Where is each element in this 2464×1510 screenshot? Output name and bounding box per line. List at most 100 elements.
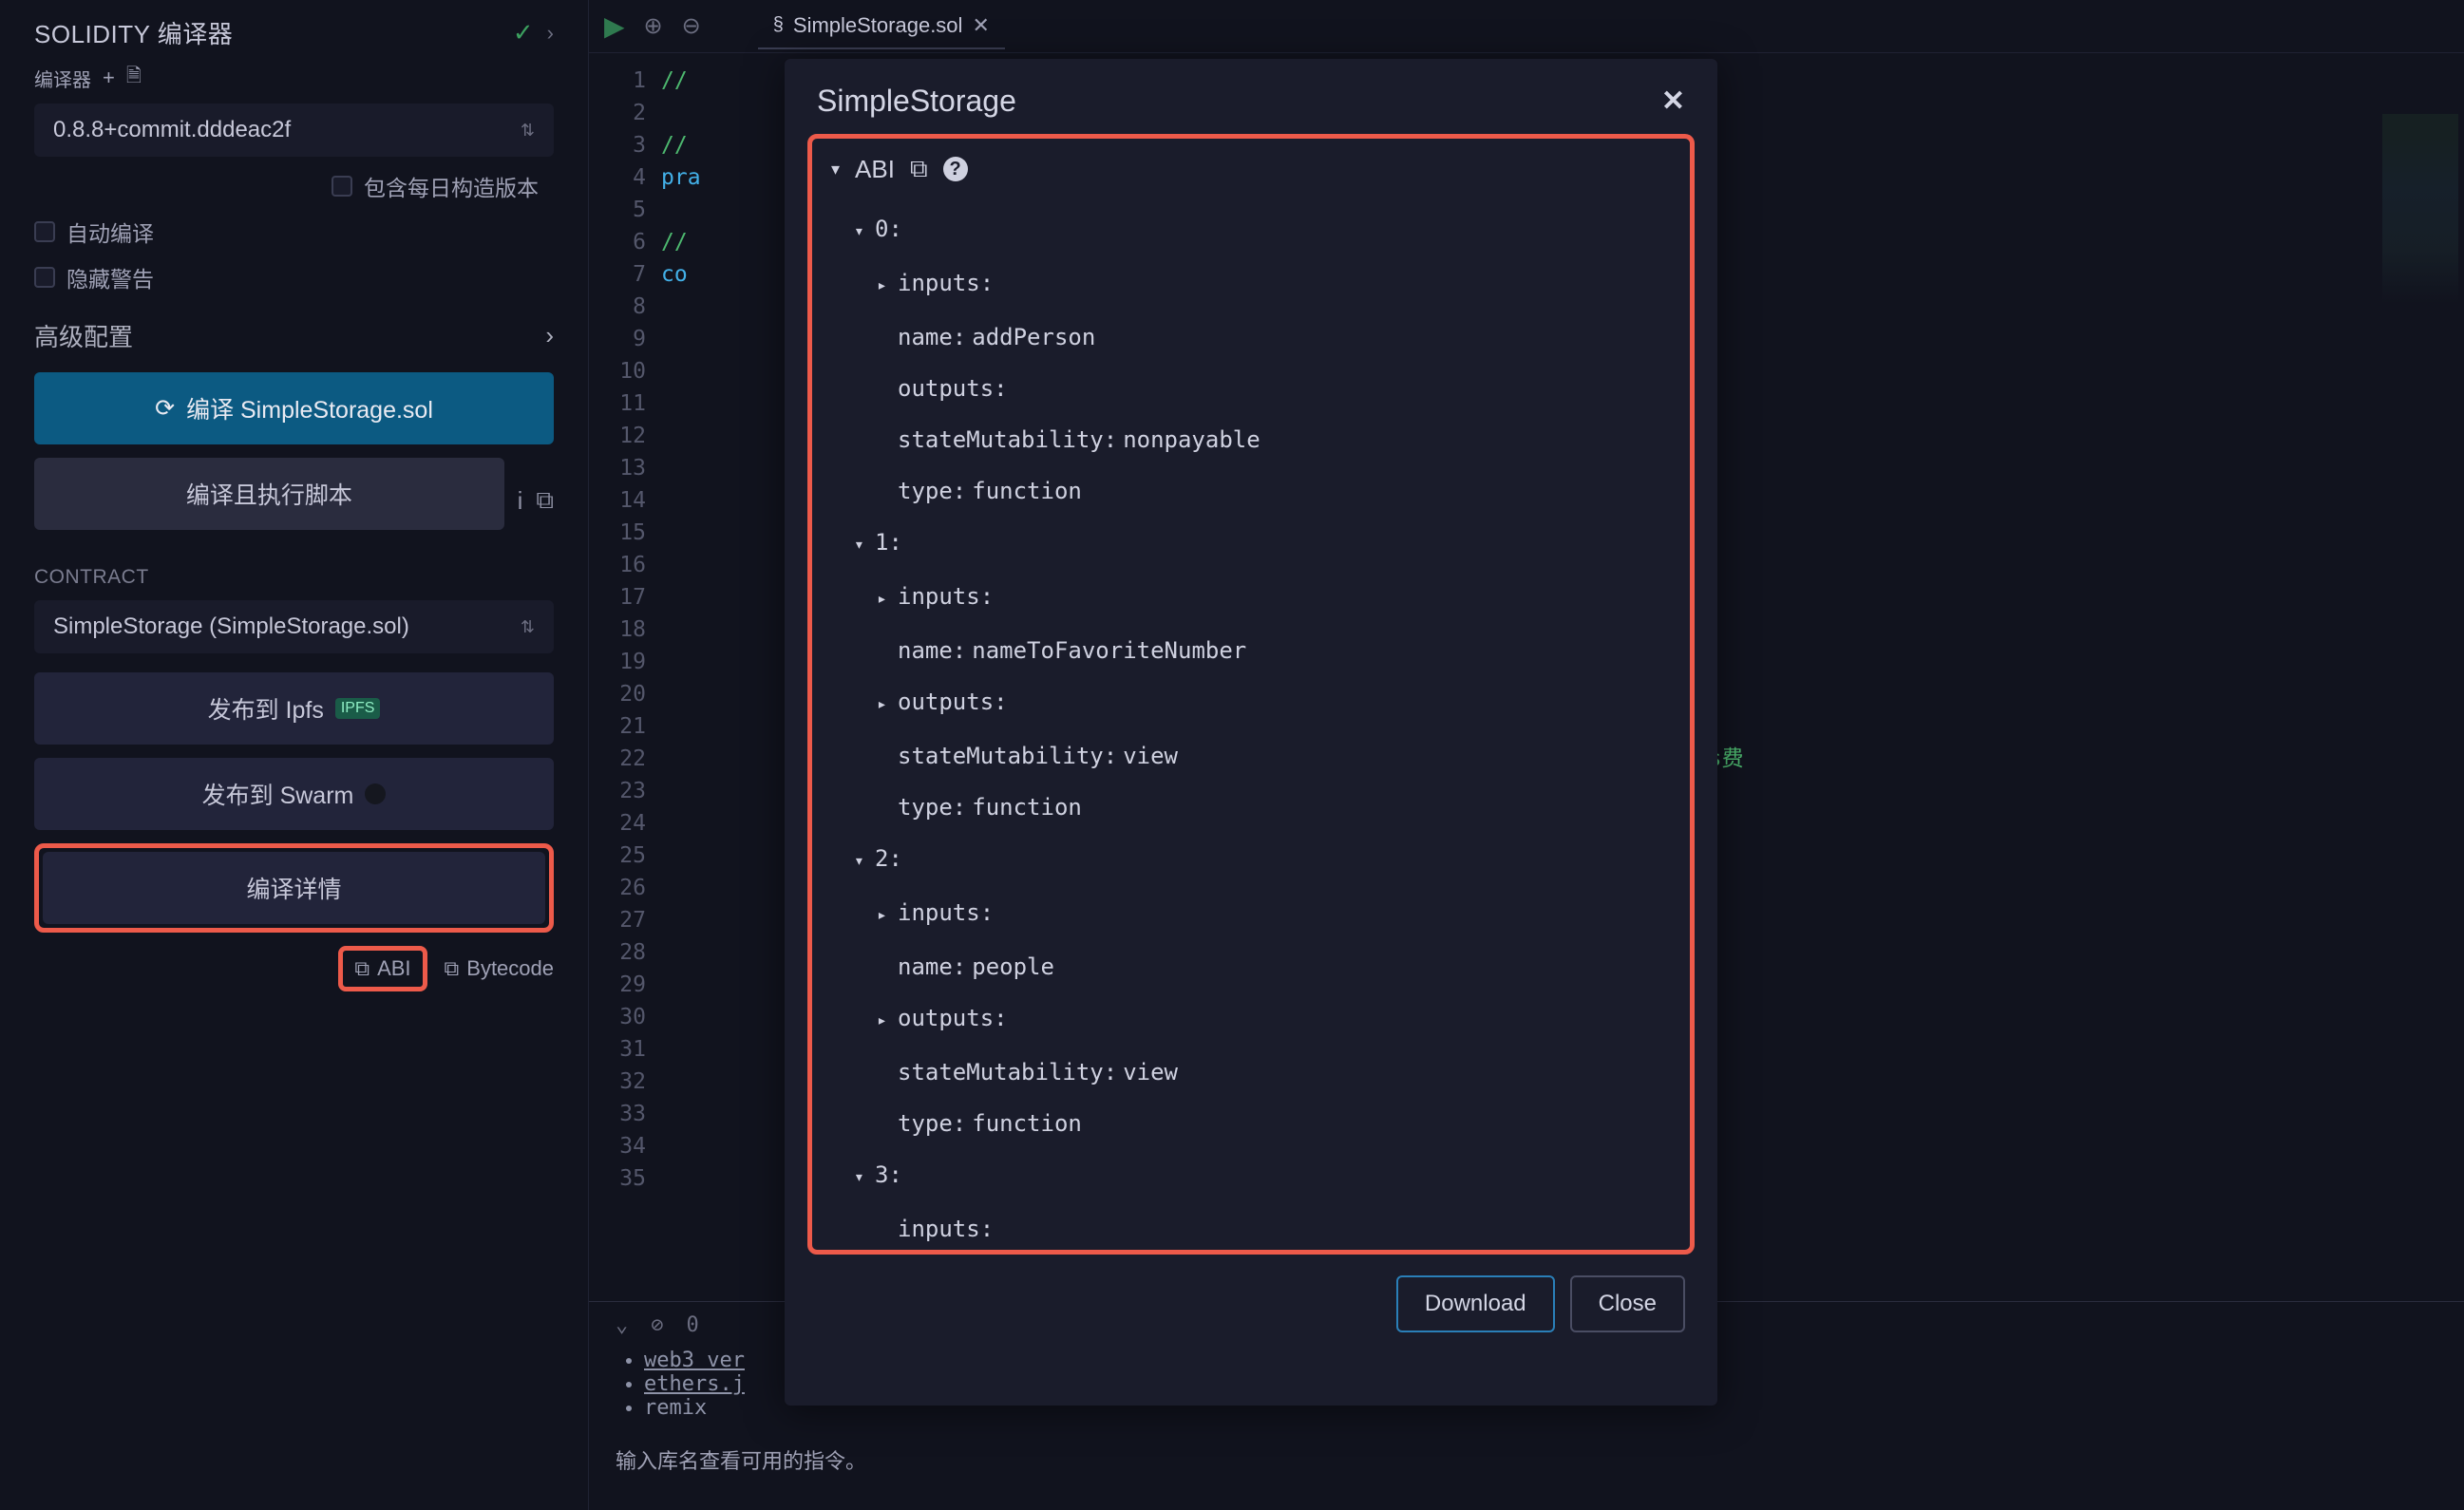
modal-header: SimpleStorage ✕ xyxy=(785,59,1717,134)
sidebar: SOLIDITY 编译器 ✓ › 编译器 + 🗎 0.8.8+commit.dd… xyxy=(0,0,589,1510)
solidity-file-icon: § xyxy=(773,14,784,36)
abi-entry-prop[interactable]: type:function xyxy=(831,782,1671,833)
nightly-label: 包含每日构造版本 xyxy=(364,170,539,202)
abi-entry-prop[interactable]: name:addPerson xyxy=(831,311,1671,363)
abi-entry-prop[interactable]: ▸outputs: xyxy=(831,676,1671,730)
collapse-icon[interactable]: ⌄ xyxy=(616,1313,628,1337)
editor-toolbar: ▶ ⊕ ⊖ § SimpleStorage.sol ✕ xyxy=(589,0,2464,53)
abi-entry-prop[interactable]: ▸inputs: xyxy=(831,571,1671,625)
play-icon[interactable]: ▶ xyxy=(604,10,625,42)
compile-run-button[interactable]: 编译且执行脚本 xyxy=(34,458,504,530)
copy-icon[interactable]: ⧉ xyxy=(536,485,554,516)
minimap[interactable] xyxy=(2382,114,2458,304)
compile-button[interactable]: ⟳ 编译 SimpleStorage.sol xyxy=(34,372,554,444)
chevron-right-icon: › xyxy=(545,321,554,350)
abi-entry-prop[interactable]: stateMutability:view xyxy=(831,730,1671,782)
sidebar-header: SOLIDITY 编译器 ✓ › xyxy=(34,15,554,50)
abi-link-label: ABI xyxy=(377,956,410,981)
bytecode-link[interactable]: ⧉ Bytecode xyxy=(445,946,554,991)
abi-entry-header[interactable]: ▾2: xyxy=(831,833,1671,887)
terminal-prompt: 输入库名查看可用的指令。 xyxy=(616,1444,2437,1475)
bytecode-link-label: Bytecode xyxy=(466,956,554,981)
compile-details-button[interactable]: 编译详情 xyxy=(43,852,545,924)
abi-entry-prop[interactable]: name:people xyxy=(831,941,1671,992)
contract-label: CONTRACT xyxy=(34,566,554,589)
compiler-version-value: 0.8.8+commit.dddeac2f xyxy=(53,117,291,143)
abi-entry-prop[interactable]: type:function xyxy=(831,465,1671,517)
abi-entry-prop[interactable]: stateMutability:view xyxy=(831,1047,1671,1098)
abi-entry-header[interactable]: ▾3: xyxy=(831,1149,1671,1203)
hide-warnings-row[interactable]: 隐藏警告 xyxy=(34,261,554,293)
close-button[interactable]: Close xyxy=(1570,1275,1685,1332)
compile-details-label: 编译详情 xyxy=(246,871,341,905)
hide-warnings-checkbox[interactable] xyxy=(34,267,55,288)
doc-icon[interactable]: 🗎 xyxy=(126,62,142,94)
abi-entry-header[interactable]: ▾0: xyxy=(831,203,1671,257)
ipfs-badge-icon: IPFS xyxy=(335,698,381,719)
check-icon: ✓ xyxy=(513,18,534,47)
details-highlight: 编译详情 xyxy=(34,843,554,933)
modal-body: ▾ ABI ⧉ ? ▾0:▸inputs:name:addPersonoutpu… xyxy=(807,134,1695,1255)
plus-icon[interactable]: + xyxy=(103,66,115,90)
copy-icon[interactable]: ⧉ xyxy=(910,154,928,184)
auto-compile-checkbox[interactable] xyxy=(34,221,55,242)
compiler-label: 编译器 xyxy=(34,65,91,92)
terminal-count: 0 xyxy=(687,1313,699,1337)
close-icon[interactable]: ✕ xyxy=(972,13,989,38)
select-arrow-icon: ⇅ xyxy=(521,617,535,637)
contract-select-value: SimpleStorage (SimpleStorage.sol) xyxy=(53,613,409,640)
swarm-badge-icon xyxy=(365,783,386,804)
abi-label: ABI xyxy=(855,155,895,184)
sidebar-title: SOLIDITY 编译器 xyxy=(34,15,233,50)
abi-entry-prop[interactable]: ▸inputs: xyxy=(831,257,1671,311)
publish-swarm-label: 发布到 Swarm xyxy=(202,777,354,811)
hide-warnings-label: 隐藏警告 xyxy=(66,261,154,293)
abi-entry-prop[interactable]: ▸outputs: xyxy=(831,992,1671,1047)
auto-compile-label: 自动编译 xyxy=(66,216,154,248)
copy-icon: ⧉ xyxy=(354,956,370,981)
nightly-checkbox-row[interactable]: 包含每日构造版本 xyxy=(34,170,554,202)
tab-simplestorage[interactable]: § SimpleStorage.sol ✕ xyxy=(758,4,1005,49)
publish-ipfs-label: 发布到 Ipfs xyxy=(208,691,324,726)
no-entry-icon[interactable]: ⊘ xyxy=(651,1313,663,1337)
modal-footer: Download Close xyxy=(785,1255,1717,1353)
compile-button-label: 编译 SimpleStorage.sol xyxy=(186,391,433,425)
zoom-out-icon[interactable]: ⊖ xyxy=(682,12,701,40)
close-label: Close xyxy=(1599,1291,1657,1316)
abi-entry-prop[interactable]: name:nameToFavoriteNumber xyxy=(831,625,1671,676)
publish-swarm-button[interactable]: 发布到 Swarm xyxy=(34,758,554,830)
modal-title: SimpleStorage xyxy=(817,84,1016,119)
header-icons: ✓ › xyxy=(513,18,554,47)
bottom-links: ⧉ ABI ⧉ Bytecode xyxy=(34,946,554,991)
abi-entry-prop[interactable]: ▸inputs: xyxy=(831,887,1671,941)
compiler-version-select[interactable]: 0.8.8+commit.dddeac2f ⇅ xyxy=(34,104,554,157)
abi-entry-header[interactable]: ▾1: xyxy=(831,517,1671,571)
abi-link[interactable]: ⧉ ABI xyxy=(338,946,426,991)
compiler-label-row: 编译器 + 🗎 xyxy=(34,62,554,94)
publish-ipfs-button[interactable]: 发布到 Ipfs IPFS xyxy=(34,672,554,745)
select-arrow-icon: ⇅ xyxy=(521,121,535,141)
copy-icon: ⧉ xyxy=(445,956,460,981)
tab-label: SimpleStorage.sol xyxy=(793,13,963,38)
auto-compile-row[interactable]: 自动编译 xyxy=(34,216,554,248)
advanced-settings-toggle[interactable]: 高级配置 › xyxy=(34,318,554,353)
abi-entry-prop[interactable]: outputs: xyxy=(831,363,1671,414)
download-button[interactable]: Download xyxy=(1396,1275,1555,1332)
caret-down-icon[interactable]: ▾ xyxy=(831,160,840,179)
download-label: Download xyxy=(1425,1291,1526,1316)
abi-tree[interactable]: ▾0:▸inputs:name:addPersonoutputs:stateMu… xyxy=(831,203,1671,1255)
chevron-right-icon[interactable]: › xyxy=(547,21,554,46)
help-icon[interactable]: ? xyxy=(943,157,968,181)
advanced-label: 高级配置 xyxy=(34,318,133,353)
nightly-checkbox[interactable] xyxy=(332,176,352,197)
abi-entry-prop[interactable]: inputs: xyxy=(831,1203,1671,1255)
zoom-in-icon[interactable]: ⊕ xyxy=(644,12,663,40)
close-icon[interactable]: ✕ xyxy=(1661,85,1685,118)
contract-select[interactable]: SimpleStorage (SimpleStorage.sol) ⇅ xyxy=(34,600,554,653)
abi-entry-prop[interactable]: type:function xyxy=(831,1098,1671,1149)
info-icon[interactable]: i xyxy=(518,486,523,516)
abi-modal: SimpleStorage ✕ ▾ ABI ⧉ ? ▾0:▸inputs:nam… xyxy=(785,59,1717,1406)
compile-run-row: 编译且执行脚本 i ⧉ xyxy=(34,458,554,543)
abi-entry-prop[interactable]: stateMutability:nonpayable xyxy=(831,414,1671,465)
reload-icon: ⟳ xyxy=(155,394,175,423)
